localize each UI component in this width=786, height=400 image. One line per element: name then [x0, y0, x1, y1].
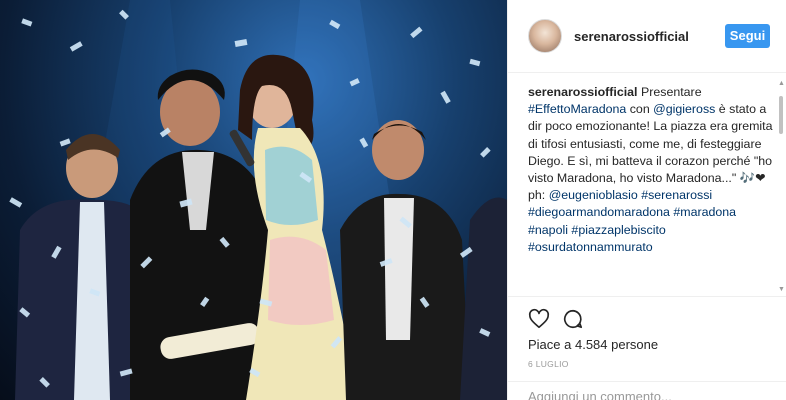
heart-icon[interactable]: [528, 308, 550, 330]
hashtag-effettomaradona[interactable]: #EffettoMaradona: [528, 102, 626, 116]
caption-area: serenarossiofficial Presentare #EffettoM…: [508, 74, 776, 296]
action-icons: [528, 297, 786, 337]
caption: serenarossiofficial Presentare #EffettoM…: [528, 84, 776, 256]
mention-eugenioblasio[interactable]: @eugenioblasio: [549, 188, 638, 202]
concert-scene: [9, 0, 507, 400]
post-photo[interactable]: [0, 0, 507, 400]
hashtag-napoli[interactable]: #napoli: [528, 223, 568, 237]
hashtag-serenarossi[interactable]: #serenarossi: [641, 188, 712, 202]
scroll-thumb[interactable]: [779, 96, 783, 134]
caption-text: Presentare: [640, 85, 702, 99]
post-header: serenarossiofficial Segui: [508, 0, 786, 73]
comment-box: [508, 381, 786, 400]
mention-gigieross[interactable]: @gigieross: [653, 102, 715, 116]
hashtag-diegoarmandomaradona[interactable]: #diegoarmandomaradona: [528, 205, 670, 219]
post-sidebar: serenarossiofficial Segui serenarossioff…: [507, 0, 786, 400]
hashtag-maradona[interactable]: #maradona: [673, 205, 736, 219]
scroll-down-icon[interactable]: ▼: [778, 286, 785, 293]
header-username[interactable]: serenarossiofficial: [574, 29, 725, 44]
post-date: 6 LUGLIO: [528, 359, 569, 369]
hashtag-piazzaplebiscito[interactable]: #piazzaplebiscito: [571, 223, 665, 237]
caption-scrollbar[interactable]: ▲ ▼: [778, 80, 785, 293]
comment-icon[interactable]: [562, 308, 584, 330]
caption-text: con: [629, 102, 650, 117]
avatar[interactable]: [528, 19, 562, 53]
likes-count[interactable]: Piace a 4.584 persone: [528, 337, 786, 352]
follow-button[interactable]: Segui: [725, 24, 770, 48]
scroll-up-icon[interactable]: ▲: [778, 80, 785, 87]
comment-input[interactable]: [528, 389, 768, 400]
hashtag-osurdatonnammurato[interactable]: #osurdatonnammurato: [528, 240, 653, 254]
post-actions: Piace a 4.584 persone 6 LUGLIO: [508, 296, 786, 400]
person-right-head: [372, 120, 424, 180]
caption-username[interactable]: serenarossiofficial: [528, 85, 638, 99]
